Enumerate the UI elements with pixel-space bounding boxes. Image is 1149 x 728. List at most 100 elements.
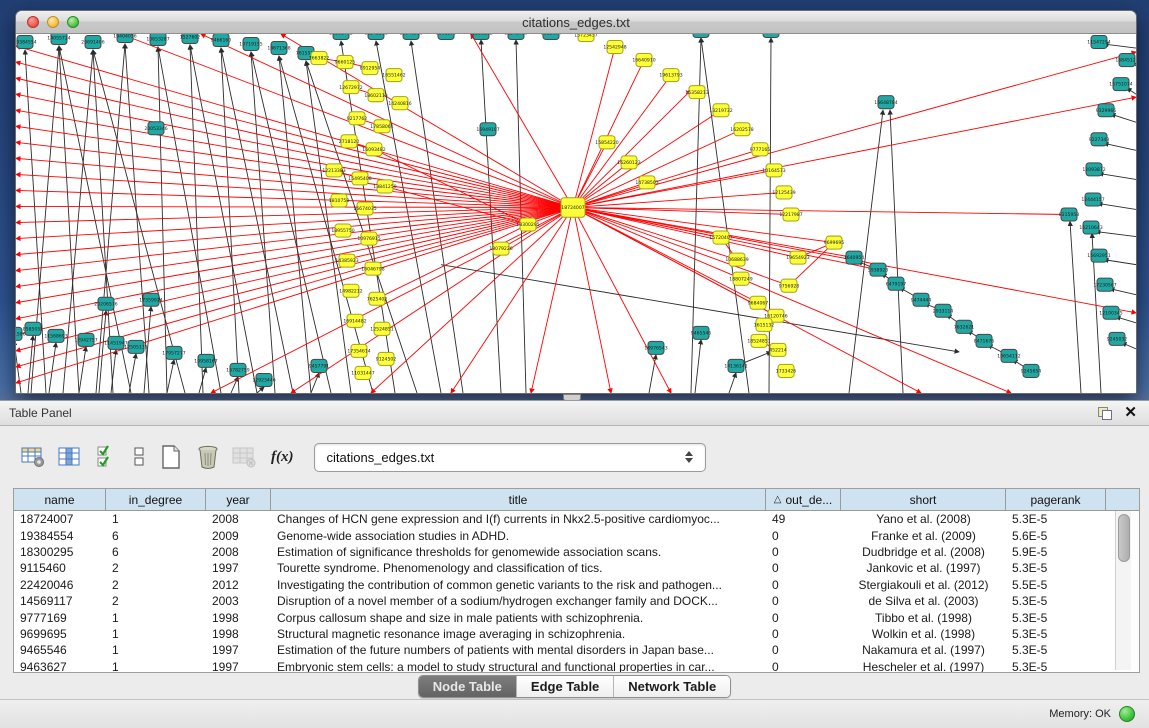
graph-node[interactable]: 1810758 (329, 194, 350, 207)
graph-node[interactable]: 15692951 (1087, 249, 1110, 262)
graph-node[interactable]: 10976915 (357, 232, 380, 245)
graph-node[interactable]: 9777165 (750, 143, 771, 156)
network-graph[interactable]: 1938455414055724206914061940405610653287… (16, 34, 1136, 393)
graph-node[interactable]: 12444157 (1081, 193, 1104, 206)
graph-node[interactable]: 18524851 (747, 334, 770, 347)
graph-node[interactable]: 19613793 (659, 69, 682, 82)
graph-node[interactable]: 13841259 (373, 180, 396, 193)
graph-node[interactable]: 12341789 (504, 34, 527, 40)
graph-node[interactable]: 2933114 (933, 304, 954, 317)
graph-node[interactable]: 9245032 (1107, 332, 1128, 345)
graph-node[interactable]: 12100345 (1099, 306, 1122, 319)
table-row[interactable]: 1456911722003Disruption of a novel membe… (14, 593, 1139, 609)
graph-node[interactable]: 12542948 (603, 41, 626, 54)
graph-node[interactable]: 15234071 (689, 34, 712, 38)
graph-node[interactable]: 20691406 (81, 36, 104, 49)
table-row[interactable]: 1938455462009Genome-wide association stu… (14, 527, 1139, 543)
graph-node[interactable]: 7663822 (309, 52, 330, 65)
graph-node[interactable]: 11547294 (1087, 36, 1110, 49)
graph-node[interactable]: 14136141 (724, 359, 747, 372)
graph-node[interactable]: 16640910 (632, 54, 655, 67)
graph-node[interactable]: 18807249 (729, 272, 752, 285)
graph-node[interactable]: 9217762 (347, 112, 368, 125)
graph-node[interactable]: 7632621 (954, 320, 975, 333)
tab-edge-table[interactable]: Edge Table (517, 676, 614, 697)
delete-attribute-icon[interactable] (191, 441, 225, 473)
tab-node-table[interactable]: Node Table (419, 676, 517, 697)
graph-node[interactable]: 16674035 (353, 202, 376, 215)
graph-node[interactable]: 8585051 (23, 322, 44, 335)
table-row[interactable]: 969969511998Structural magnetic resonanc… (14, 626, 1139, 642)
graph-node[interactable]: 10719155 (239, 38, 262, 51)
graph-node[interactable]: 9245654 (1021, 364, 1042, 377)
graph-node[interactable]: 9861379 (436, 34, 457, 40)
graph-node[interactable]: 19404056 (113, 34, 136, 43)
graph-node[interactable]: 12217987 (779, 208, 802, 221)
table-row[interactable]: 911546021997Tourette syndrome. Phenomeno… (14, 560, 1139, 576)
graph-node[interactable]: 17354614 (347, 344, 370, 357)
graph-node[interactable]: 12524851 (370, 322, 393, 335)
graph-node[interactable]: 9853213 (761, 34, 782, 38)
graph-node[interactable]: 10164573 (762, 164, 785, 177)
table-row[interactable]: 946362711997Embryonic stem cells: a mode… (14, 659, 1139, 673)
graph-node[interactable]: 9457791 (309, 359, 330, 372)
column-header-short[interactable]: short (841, 489, 1006, 510)
graph-node[interactable]: 20206576 (94, 297, 117, 310)
graph-node[interactable]: 14385923 (335, 254, 358, 267)
graph-node[interactable]: 15720407 (709, 231, 732, 244)
table-settings-icon[interactable] (16, 441, 50, 473)
table-row[interactable]: 977716911998Corpus callosum shape and si… (14, 609, 1139, 625)
table-row[interactable]: 1872400712008Changes of HCN gene express… (14, 511, 1139, 527)
graph-node[interactable]: 9699695 (824, 236, 845, 249)
graph-node[interactable]: 2718120 (339, 135, 360, 148)
graph-node[interactable]: 15751074 (1109, 78, 1132, 91)
graph-node[interactable]: 16949107 (476, 123, 499, 136)
graph-node[interactable]: 14055724 (47, 34, 70, 45)
graph-node[interactable]: 15358213 (685, 86, 708, 99)
table-row[interactable]: 2242004622012Investigating the contribut… (14, 577, 1139, 593)
graph-node[interactable]: 16946910 (399, 34, 422, 40)
graph-node[interactable]: 17858061 (370, 120, 393, 133)
graph-node[interactable]: 12672972 (339, 81, 362, 94)
graph-node[interactable]: 17230567 (1093, 278, 1116, 291)
graph-node[interactable]: 11031447 (351, 366, 374, 379)
graph-node[interactable]: 10654112 (997, 349, 1020, 362)
column-icon[interactable] (53, 441, 87, 473)
graph-node[interactable]: 452214 (769, 343, 787, 356)
graph-node[interactable]: 9227343 (1089, 133, 1110, 146)
graph-node[interactable]: 16551462 (382, 69, 405, 82)
graph-node[interactable]: 20053346 (144, 122, 167, 135)
graph-node[interactable]: 8471676 (974, 334, 995, 347)
graph-node[interactable]: 15854220 (595, 136, 618, 149)
select-columns-icon[interactable] (90, 441, 124, 473)
table-row[interactable]: 1830029562008Estimation of significance … (14, 544, 1139, 560)
graph-node[interactable]: 16845123 (1115, 54, 1136, 67)
column-header-title[interactable]: title (271, 489, 766, 510)
graph-node[interactable]: 1733426 (776, 364, 797, 377)
scrollbar-thumb[interactable] (1118, 514, 1130, 562)
graph-node[interactable]: 12505135 (124, 340, 147, 353)
graph-node[interactable]: 17359924 (139, 293, 162, 306)
graph-node[interactable]: 9466160 (211, 34, 232, 47)
delete-table-icon[interactable] (228, 441, 262, 473)
graph-node[interactable]: 19384554 (16, 36, 37, 49)
column-header-pagerank[interactable]: pagerank (1006, 489, 1106, 510)
graph-node[interactable]: 16093482 (362, 143, 385, 156)
graph-node[interactable]: 18079226 (489, 242, 512, 255)
graph-node[interactable]: 1640954 (844, 251, 865, 264)
graph-node[interactable]: 18724007 (561, 198, 585, 218)
graph-node[interactable]: 14982212 (339, 284, 362, 297)
graph-node[interactable]: 17957277 (162, 346, 185, 359)
graph-node[interactable]: 18955750 (331, 224, 354, 237)
graph-node[interactable]: 14671368 (267, 42, 290, 55)
graph-node[interactable]: 13219732 (709, 104, 732, 117)
graph-node[interactable]: 9474444 (911, 293, 932, 306)
graph-node[interactable]: 12093872 (1082, 163, 1105, 176)
graph-node[interactable]: 16782759 (226, 363, 249, 376)
window-titlebar[interactable]: citations_edges.txt (16, 11, 1136, 34)
graph-node[interactable]: 20581472 (329, 34, 352, 40)
graph-node[interactable]: 11545208 (364, 34, 387, 40)
graph-node[interactable]: 9124502 (376, 352, 397, 365)
table-row[interactable]: 946554611997Estimation of the future num… (14, 642, 1139, 658)
graph-node[interactable]: 18976543 (644, 341, 667, 354)
